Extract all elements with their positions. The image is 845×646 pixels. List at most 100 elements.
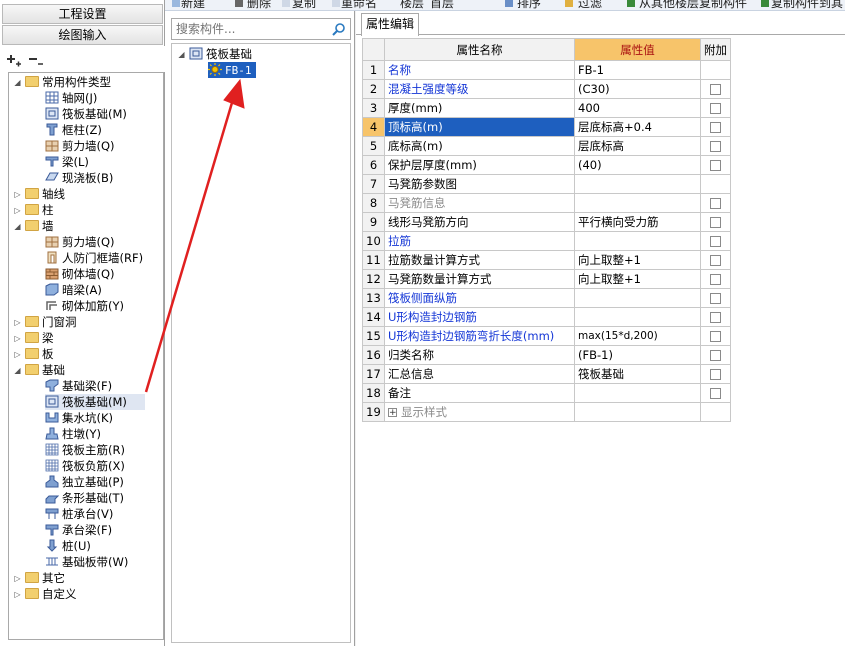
tree-node-foundation[interactable]: 基础 — [25, 362, 65, 378]
tree-node-other[interactable]: 其它 — [25, 570, 65, 586]
tree-node-wall-shear-wall[interactable]: 剪力墙(Q) — [45, 234, 115, 250]
tree-node-axis-grid[interactable]: 轴网(J) — [45, 90, 97, 106]
expand-toggle[interactable]: ▷ — [13, 590, 22, 599]
tree-node-foundation-strip[interactable]: 基础板带(W) — [45, 554, 128, 570]
tree-node-cap-beam[interactable]: 承台梁(F) — [45, 522, 112, 538]
property-value[interactable]: (C30) — [574, 79, 701, 99]
property-row[interactable]: 7 马凳筋参数图 — [362, 174, 731, 194]
property-row[interactable]: 3 厚度(mm) 400 — [362, 98, 731, 118]
expand-plus-icon[interactable]: + — [388, 408, 397, 418]
property-row[interactable]: 11 拉筋数量计算方式 向上取整+1 — [362, 250, 731, 270]
tree-node-beam-group[interactable]: 梁 — [25, 330, 54, 346]
property-row[interactable]: 5 底标高(m) 层底标高 — [362, 136, 731, 156]
property-row[interactable]: 17 汇总信息 筏板基础 — [362, 364, 731, 384]
tree-node-pile-cap[interactable]: 桩承台(V) — [45, 506, 113, 522]
property-value[interactable]: max(15*d,200) — [574, 326, 701, 346]
additional-checkbox[interactable] — [710, 236, 721, 247]
tree-node-beam[interactable]: 梁(L) — [45, 154, 89, 170]
property-row[interactable]: 4 顶标高(m) 层底标高+0.4 — [362, 117, 731, 137]
tree-node-pile[interactable]: 桩(U) — [45, 538, 91, 554]
additional-checkbox[interactable] — [710, 84, 721, 95]
additional-checkbox[interactable] — [710, 312, 721, 323]
expand-toggle[interactable]: ▷ — [13, 190, 22, 199]
additional-checkbox[interactable] — [710, 103, 721, 114]
property-row[interactable]: 10 拉筋 — [362, 231, 731, 251]
expand-toggle[interactable]: ▷ — [13, 206, 22, 215]
property-value[interactable]: FB-1 — [574, 60, 701, 80]
tree-node-custom[interactable]: 自定义 — [25, 586, 77, 602]
tree-node-frame-column[interactable]: 框柱(Z) — [45, 122, 102, 138]
delete-button[interactable]: 删除 — [247, 0, 271, 10]
property-row[interactable]: 12 马凳筋数量计算方式 向上取整+1 — [362, 269, 731, 289]
tree-node-cast-slab[interactable]: 现浇板(B) — [45, 170, 113, 186]
property-value[interactable]: (40) — [574, 155, 701, 175]
property-row[interactable]: 8 马凳筋信息 — [362, 193, 731, 213]
property-row[interactable]: 2 混凝土强度等级 (C30) — [362, 79, 731, 99]
additional-checkbox[interactable] — [710, 122, 721, 133]
tree-node-wall[interactable]: 墙 — [25, 218, 54, 234]
additional-checkbox[interactable] — [710, 274, 721, 285]
property-value[interactable] — [574, 174, 701, 194]
additional-checkbox[interactable] — [710, 388, 721, 399]
property-value[interactable] — [574, 193, 701, 213]
search-icon[interactable] — [332, 22, 346, 36]
tree-node-axis[interactable]: 轴线 — [25, 186, 65, 202]
property-value[interactable]: (FB-1) — [574, 345, 701, 365]
additional-checkbox[interactable] — [710, 217, 721, 228]
tree-node-raft-foundation[interactable]: 筏板基础(M) — [45, 106, 127, 122]
component-item-fb1[interactable]: FB-1 — [208, 62, 256, 78]
property-value[interactable] — [574, 402, 701, 422]
additional-checkbox[interactable] — [710, 331, 721, 342]
copy-to-floor-button[interactable]: 复制构件到其 — [771, 0, 843, 10]
tree-node-slab[interactable]: 板 — [25, 346, 54, 362]
collapse-toggle[interactable]: ◢ — [13, 366, 22, 375]
additional-checkbox[interactable] — [710, 160, 721, 171]
expand-toggle[interactable]: ▷ — [13, 318, 22, 327]
tree-node-door-window[interactable]: 门窗洞 — [25, 314, 77, 330]
property-row[interactable]: 14 U形构造封边钢筋 — [362, 307, 731, 327]
tree-node-common-types[interactable]: 常用构件类型 — [25, 74, 111, 90]
property-value[interactable]: 400 — [574, 98, 701, 118]
property-value[interactable]: 平行横向受力筋 — [574, 212, 701, 232]
property-row[interactable]: 9 线形马凳筋方向 平行横向受力筋 — [362, 212, 731, 232]
property-value[interactable]: 向上取整+1 — [574, 269, 701, 289]
filter-button[interactable]: 过滤 — [578, 0, 602, 10]
tree-node-raft-negative-rebar[interactable]: 筏板负筋(X) — [45, 458, 125, 474]
property-value[interactable]: 向上取整+1 — [574, 250, 701, 270]
floor-select[interactable]: 首层 — [430, 0, 454, 10]
tree-node-strip-foundation[interactable]: 条形基础(T) — [45, 490, 124, 506]
tab-property-edit[interactable]: 属性编辑 — [361, 13, 419, 36]
additional-checkbox[interactable] — [710, 369, 721, 380]
tree-node-civil-defense-door-wall[interactable]: 人防门框墙(RF) — [45, 250, 143, 266]
tree-node-sump-pit[interactable]: 集水坑(K) — [45, 410, 113, 426]
collapse-toggle[interactable]: ◢ — [177, 50, 186, 59]
property-value[interactable]: 层底标高+0.4 — [574, 117, 701, 137]
tree-node-raft-main-rebar[interactable]: 筏板主筋(R) — [45, 442, 125, 458]
property-row[interactable]: 6 保护层厚度(mm) (40) — [362, 155, 731, 175]
property-row[interactable]: 13 筏板侧面纵筋 — [362, 288, 731, 308]
rename-button[interactable]: 重命名 — [341, 0, 377, 10]
tree-node-masonry-wall[interactable]: 砌体墙(Q) — [45, 266, 115, 282]
tree-node-column[interactable]: 柱 — [25, 202, 54, 218]
property-row[interactable]: 15 U形构造封边钢筋弯折长度(mm) max(15*d,200) — [362, 326, 731, 346]
project-settings-button[interactable]: 工程设置 — [2, 4, 163, 24]
tree-node-shear-wall[interactable]: 剪力墙(Q) — [45, 138, 115, 154]
copy-button[interactable]: 复制 — [292, 0, 316, 10]
tree-node-foundation-beam[interactable]: 基础梁(F) — [45, 378, 112, 394]
property-row[interactable]: 1 名称 FB-1 — [362, 60, 731, 80]
tree-node-isolated-foundation[interactable]: 独立基础(P) — [45, 474, 124, 490]
collapse-toggle[interactable]: ◢ — [13, 222, 22, 231]
new-button[interactable]: 新建 — [181, 0, 205, 10]
tree-node-column-pier[interactable]: 柱墩(Y) — [45, 426, 101, 442]
tree-node-raft-foundation-selected[interactable]: 筏板基础(M) — [45, 394, 145, 410]
drawing-input-button[interactable]: 绘图输入 — [2, 25, 163, 45]
expand-toggle[interactable]: ▷ — [13, 334, 22, 343]
additional-checkbox[interactable] — [710, 141, 721, 152]
additional-checkbox[interactable] — [710, 198, 721, 209]
collapse-all-icon[interactable] — [28, 53, 44, 67]
expand-toggle[interactable]: ▷ — [13, 574, 22, 583]
collapse-toggle[interactable]: ◢ — [13, 78, 22, 87]
property-value[interactable] — [574, 383, 701, 403]
property-value[interactable] — [574, 231, 701, 251]
tree-node-masonry-reinforcement[interactable]: 砌体加筋(Y) — [45, 298, 124, 314]
